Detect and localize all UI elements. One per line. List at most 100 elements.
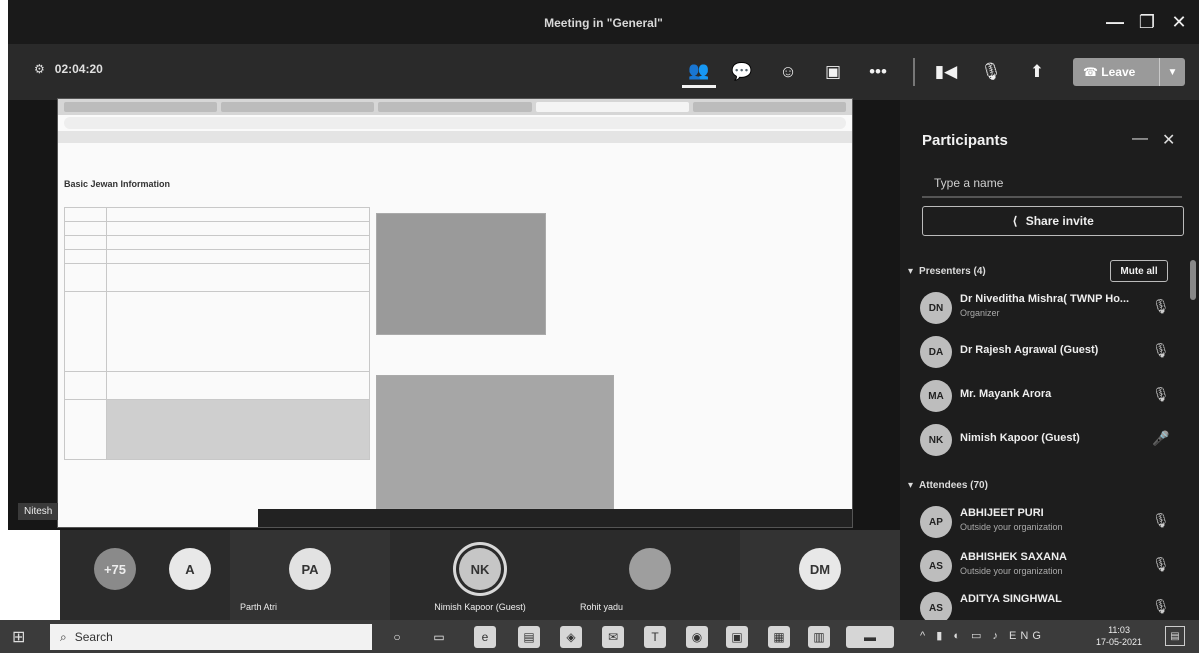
- presenters-section-header[interactable]: ▾ Presenters (4): [908, 266, 986, 277]
- participant-org: Outside your organization: [960, 566, 1063, 576]
- gallery-tile[interactable]: Rohit yadu: [570, 530, 730, 620]
- avatar: AS: [920, 550, 952, 582]
- participants-button[interactable]: 👥: [682, 56, 716, 88]
- title-bar: Meeting in "General" — ❐ ✕: [8, 0, 1199, 44]
- document-table: [64, 207, 370, 460]
- participant-name: ADITYA SINGHWAL: [960, 593, 1062, 605]
- windows-taskbar: ⊞ ⌕ Search ○ ▭ e ▤ ◈ ✉ T ◉ ▣ ▦ ▥ ▬ ^ ▮ ◐…: [0, 620, 1199, 653]
- panel-close-icon[interactable]: ✕: [1162, 130, 1175, 150]
- avatar: AS: [920, 592, 952, 620]
- reactions-button[interactable]: ☺: [771, 56, 805, 88]
- file-explorer-icon[interactable]: ▤: [518, 626, 540, 648]
- breakout-icon: ▣: [824, 62, 842, 81]
- panel-minimize-icon[interactable]: —: [1132, 130, 1148, 148]
- leave-label: Leave: [1101, 65, 1136, 79]
- notification-icon[interactable]: ▤: [1165, 626, 1185, 646]
- participant-name: Mr. Mayank Arora: [960, 388, 1052, 400]
- participant-row[interactable]: AS ABHISHEK SAXANA Outside your organiza…: [920, 546, 1170, 586]
- window-title: Meeting in "General": [544, 16, 663, 30]
- camera-off-icon: ▮◀: [934, 62, 958, 81]
- browser-address-bar: [64, 117, 846, 129]
- document-heading: Basic Jewan Information: [64, 179, 171, 189]
- mute-all-button[interactable]: Mute all: [1110, 260, 1168, 282]
- participants-icon: 👥: [688, 60, 710, 80]
- mic-on-icon: 🎤: [1152, 430, 1170, 446]
- avatar: NK: [920, 424, 952, 456]
- mic-off-icon: 🎙: [1152, 298, 1170, 314]
- participant-name: Nimish Kapoor (Guest): [960, 432, 1080, 444]
- mic-off-icon: 🎙: [1152, 342, 1170, 358]
- breakout-button[interactable]: ▣: [816, 56, 850, 88]
- system-tray[interactable]: ^ ▮ ◐ ▭ ♪ ENG: [920, 629, 1045, 642]
- participant-gallery: +75 A PA Parth Atri NK Nimish Kapoor (Gu…: [60, 530, 900, 620]
- windows-start-icon[interactable]: ⊞: [12, 627, 32, 647]
- chat-button[interactable]: 💬: [725, 56, 759, 88]
- mic-off-icon: 🎙: [980, 62, 1002, 81]
- chat-icon: 💬: [731, 62, 753, 81]
- store-icon[interactable]: ◈: [560, 626, 582, 648]
- participant-row[interactable]: AP ABHIJEET PURI Outside your organizati…: [920, 502, 1170, 542]
- mic-off-icon: 🎙: [1152, 556, 1170, 572]
- shared-taskbar: [258, 509, 852, 527]
- participant-search-input[interactable]: [922, 170, 1182, 198]
- photos-icon[interactable]: ▣: [726, 626, 748, 648]
- participant-row[interactable]: DN Dr Niveditha Mishra( TWNP Ho... Organ…: [920, 288, 1170, 328]
- attendees-section-header[interactable]: ▾ Attendees (70): [908, 480, 988, 491]
- avatar: DN: [920, 292, 952, 324]
- chevron-down-icon[interactable]: ▼: [1159, 58, 1185, 86]
- camera-button[interactable]: ▮◀: [929, 56, 963, 88]
- close-button[interactable]: ✕: [1164, 8, 1194, 36]
- app-icon[interactable]: ▬: [846, 626, 894, 648]
- participant-row[interactable]: MA Mr. Mayank Arora 🎙: [920, 376, 1170, 416]
- gallery-tile[interactable]: NK Nimish Kapoor (Guest): [400, 530, 560, 620]
- browser-tabs: [58, 99, 852, 115]
- gallery-tile[interactable]: PA Parth Atri: [230, 530, 390, 620]
- presenter-name-tag: Nitesh: [18, 503, 59, 520]
- shield-icon: ⚙: [34, 62, 45, 76]
- restore-button[interactable]: ❐: [1132, 8, 1162, 36]
- participant-row[interactable]: NK Nimish Kapoor (Guest) 🎤: [920, 420, 1170, 460]
- task-view-icon[interactable]: ▭: [428, 626, 450, 648]
- avatar: AP: [920, 506, 952, 538]
- tile-name: Parth Atri: [240, 602, 278, 612]
- share-button[interactable]: ⬆: [1020, 56, 1054, 88]
- avatar: PA: [289, 548, 331, 590]
- mic-off-icon: 🎙: [1152, 386, 1170, 402]
- overflow-avatar: +75: [94, 548, 136, 590]
- avatar: DA: [920, 336, 952, 368]
- avatar: NK: [459, 548, 501, 590]
- participant-row[interactable]: DA Dr Rajesh Agrawal (Guest) 🎙: [920, 332, 1170, 372]
- clock-date: 17-05-2021: [1096, 637, 1143, 647]
- chevron-down-icon: ▾: [908, 266, 914, 277]
- toolbar-divider: [913, 58, 915, 86]
- participant-row[interactable]: AS ADITYA SINGHWAL 🎙: [920, 588, 1170, 620]
- mail-icon[interactable]: ✉: [602, 626, 624, 648]
- teams-icon[interactable]: T: [644, 626, 666, 648]
- edge-icon[interactable]: e: [474, 626, 496, 648]
- phone-icon: ☎: [1083, 65, 1102, 79]
- more-icon: •••: [869, 62, 887, 81]
- participant-name: ABHIJEET PURI: [960, 507, 1044, 519]
- shared-photo-2: [376, 375, 614, 509]
- taskbar-search-box[interactable]: ⌕ Search: [50, 624, 372, 650]
- chrome-icon[interactable]: ◉: [686, 626, 708, 648]
- avatar: A: [169, 548, 211, 590]
- participants-panel: Participants — ✕ ⟨ Share invite ▾ Presen…: [900, 100, 1199, 620]
- taskbar-clock[interactable]: 11:03 17-05-2021: [1096, 624, 1142, 648]
- browser-bookmarks-bar: [58, 131, 852, 143]
- app-icon[interactable]: ▦: [768, 626, 790, 648]
- share-invite-label: Share invite: [1025, 214, 1094, 228]
- mic-button[interactable]: 🎙: [974, 56, 1008, 88]
- chevron-down-icon: ▾: [908, 480, 914, 491]
- app-icon[interactable]: ▥: [808, 626, 830, 648]
- participant-org: Outside your organization: [960, 522, 1063, 532]
- cortana-icon[interactable]: ○: [386, 626, 408, 648]
- meeting-toolbar: ⚙ 02:04:20 👥 💬 ☺ ▣ ••• ▮◀ 🎙 ⬆ ☎ Leave ▼: [8, 44, 1199, 100]
- minimize-button[interactable]: —: [1100, 8, 1130, 36]
- gallery-tile[interactable]: DM: [740, 530, 900, 620]
- gallery-tile[interactable]: A: [140, 530, 240, 620]
- share-invite-button[interactable]: ⟨ Share invite: [922, 206, 1184, 236]
- more-options-button[interactable]: •••: [861, 56, 895, 88]
- panel-scrollbar[interactable]: [1190, 260, 1196, 300]
- leave-button[interactable]: ☎ Leave ▼: [1073, 58, 1185, 86]
